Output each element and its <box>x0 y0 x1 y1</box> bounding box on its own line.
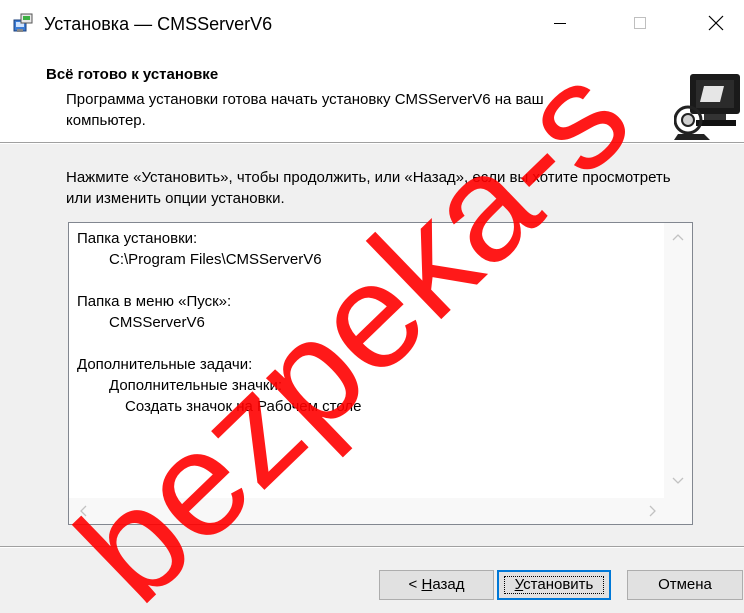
vertical-scrollbar[interactable] <box>664 223 692 498</box>
chevron-down-icon <box>672 477 684 484</box>
close-button[interactable] <box>688 0 744 46</box>
summary-line: Папка установки: <box>77 230 198 247</box>
horizontal-scrollbar[interactable] <box>69 498 692 524</box>
install-button[interactable]: Установить <box>497 570 611 600</box>
summary-content: Папка установки: C:\Program Files\CMSSer… <box>77 228 657 417</box>
cancel-button-label: Отмена <box>658 576 712 593</box>
minimize-button[interactable] <box>532 0 588 46</box>
chevron-left-icon <box>80 505 87 517</box>
cancel-button[interactable]: Отмена <box>627 570 743 600</box>
back-button-label: < Назад <box>408 576 465 593</box>
chevron-right-icon <box>649 505 656 517</box>
chevron-up-icon <box>672 234 684 241</box>
instruction-text: Нажмите «Установить», чтобы продолжить, … <box>66 169 671 207</box>
close-icon <box>708 15 724 31</box>
scroll-down-arrow[interactable] <box>670 473 686 489</box>
summary-line <box>77 333 657 354</box>
window-title: Установка — CMSServerV6 <box>44 14 273 34</box>
summary-line: C:\Program Files\CMSServerV6 <box>109 251 322 268</box>
summary-line: Дополнительные задачи: <box>77 356 253 373</box>
installer-window: Установка — CMSServerV6 Всё готово к уст… <box>0 0 744 613</box>
header-divider <box>0 142 744 144</box>
maximize-icon <box>634 17 646 29</box>
installer-icon <box>13 13 33 32</box>
page-subtitle: Программа установки готова начать устано… <box>66 91 544 129</box>
install-button-label: Установить <box>514 576 594 593</box>
scroll-up-arrow[interactable] <box>670 229 686 245</box>
minimize-icon <box>554 23 566 24</box>
maximize-button[interactable] <box>612 0 668 46</box>
scroll-right-arrow[interactable] <box>645 503 661 519</box>
wizard-header: Всё готово к установке Программа установ… <box>0 52 744 142</box>
summary-line: Папка в меню «Пуск»: <box>77 293 232 310</box>
summary-line: Создать значок на Рабочем столе <box>125 398 362 415</box>
summary-line: Дополнительные значки: <box>109 377 283 394</box>
computer-setup-icon <box>674 74 740 140</box>
title-bar[interactable]: Установка — CMSServerV6 <box>0 0 744 52</box>
scroll-left-arrow[interactable] <box>75 503 91 519</box>
footer-divider <box>0 546 744 548</box>
summary-memo[interactable]: Папка установки: C:\Program Files\CMSSer… <box>68 222 693 525</box>
summary-line <box>77 270 657 291</box>
summary-line: CMSServerV6 <box>109 314 205 331</box>
page-title: Всё готово к установке <box>46 66 219 83</box>
back-button[interactable]: < Назад <box>379 570 494 600</box>
